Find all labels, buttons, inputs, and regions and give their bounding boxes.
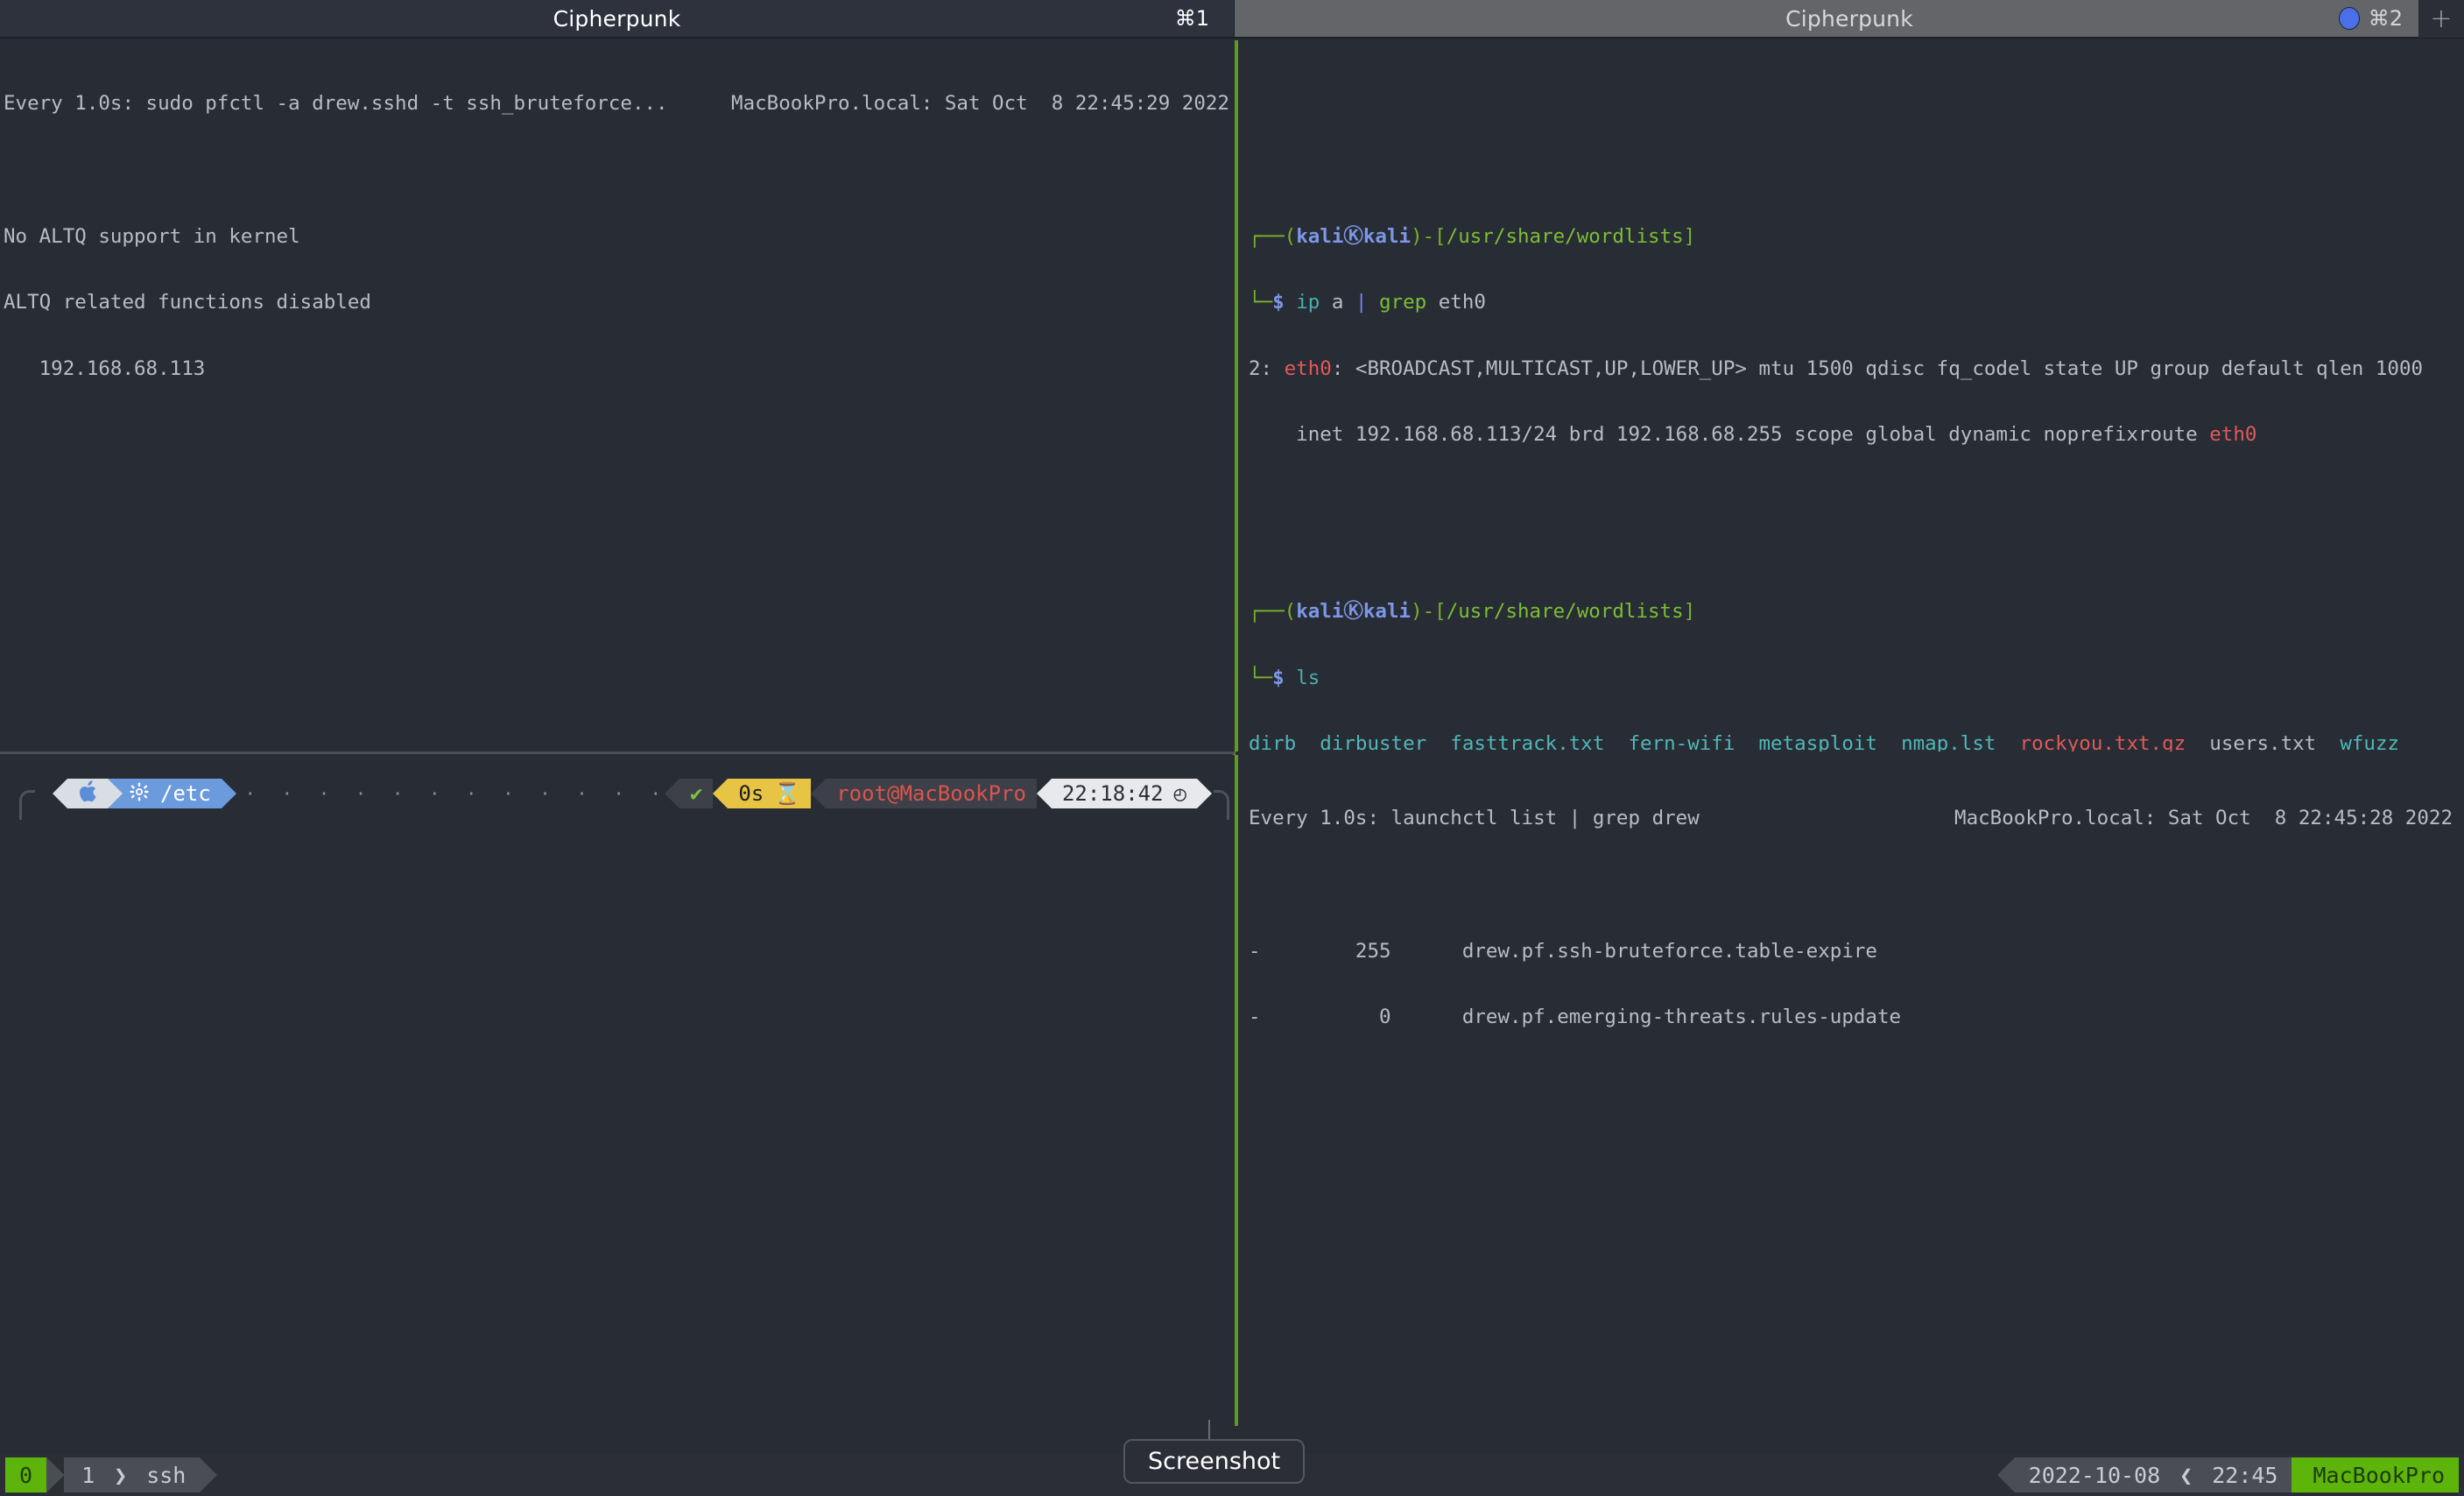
watch-header: Every 1.0s: sudo pfctl -a drew.sshd -t s… xyxy=(4,93,1229,115)
window-shortcut-left: ⌘1 xyxy=(1174,6,1209,31)
output-line: 2: eth0: <BROADCAST,MULTICAST,UP,LOWER_U… xyxy=(1249,356,2424,380)
tooltip-label: Screenshot xyxy=(1148,1448,1281,1475)
tooltip-stem xyxy=(1208,1420,1210,1441)
shell-command-line: └─$ ip a | grep eth0 xyxy=(1249,291,1486,314)
ls-entry: dirb xyxy=(1249,732,1297,752)
pane-bottom-right[interactable]: Every 1.0s: launchctl list | grep drew M… xyxy=(1236,755,2464,1426)
apple-icon-svg xyxy=(80,780,96,801)
ls-entry: metasploit xyxy=(1758,732,1877,752)
prompt-at-icon: Ⓚ xyxy=(1343,224,1363,248)
row-pid: - xyxy=(1249,1006,1261,1029)
row-pid: - xyxy=(1249,939,1261,963)
output-line: 192.168.68.113 xyxy=(4,356,206,380)
table-row: - 0 drew.pf.emerging-threats.rules-updat… xyxy=(1249,1006,2464,1028)
shell-prompt-line: ┌──(kaliⓀkali)-[/usr/share/wordlists] xyxy=(1249,599,1696,623)
session-badge[interactable]: 0 xyxy=(5,1457,47,1492)
hourglass-icon: ⌛ xyxy=(774,781,801,806)
status-time: 22:45 xyxy=(2198,1457,2292,1492)
gear-icon xyxy=(129,781,150,806)
window-title-right: Cipherpunk xyxy=(1785,5,1913,32)
prompt-host: kali xyxy=(1362,599,1412,623)
prompt-sigil: $ xyxy=(1272,291,1285,314)
apple-segment xyxy=(67,779,108,808)
row-label: drew.pf.emerging-threats.rules-update xyxy=(1461,1006,1902,1029)
apple-icon xyxy=(78,780,97,808)
user-host-label: root@MacBookPro xyxy=(836,781,1026,806)
pane-top-right[interactable]: ┌──(kaliⓀkali)-[/usr/share/wordlists] └─… xyxy=(1236,40,2464,752)
window-name[interactable]: ssh xyxy=(132,1457,201,1492)
powerline-prompt: /etc · · · · · · · · · · · · · · · · · ·… xyxy=(0,771,1235,820)
prompt-host: kali xyxy=(1362,224,1412,248)
pane-top-left-content: Every 1.0s: sudo pfctl -a drew.sshd -t s… xyxy=(0,40,1235,424)
gear-icon-svg xyxy=(130,782,149,801)
prompt-user: kali xyxy=(1296,224,1344,248)
terminal-screenshot: Cipherpunk ⌘1 Cipherpunk ⌘2 + Every 1.0s… xyxy=(0,0,2464,1496)
shell-command-line: └─$ ls xyxy=(1249,666,1320,689)
prompt-path: /usr/share/wordlists xyxy=(1446,599,1684,623)
status-date: 2022-10-08 xyxy=(2014,1457,2175,1492)
output-line: inet 192.168.68.113/24 brd 192.168.68.25… xyxy=(1249,423,2257,447)
window-titlebar-left[interactable]: Cipherpunk ⌘1 xyxy=(0,0,1235,39)
ls-entry: nmap.lst xyxy=(1901,732,1996,752)
window-shortcut-right: ⌘2 xyxy=(2368,6,2403,31)
prompt-path-label: /etc xyxy=(160,781,211,806)
window-index[interactable]: 1 xyxy=(64,1457,109,1492)
check-icon: ✔ xyxy=(689,781,703,806)
watch-command: Every 1.0s: sudo pfctl -a drew.sshd -t s… xyxy=(4,92,668,116)
window-titlebar-right[interactable]: Cipherpunk ⌘2 + xyxy=(1235,0,2464,39)
pane-bottom-left[interactable] xyxy=(0,755,1235,1426)
row-status: 255 xyxy=(1355,939,1391,963)
output-line: ALTQ related functions disabled xyxy=(4,291,371,314)
prompt-sigil: $ xyxy=(1272,666,1285,689)
command-name: ls xyxy=(1296,666,1320,689)
titlebar-left-controls: ⌘1 xyxy=(1175,0,1234,37)
window-title-left: Cipherpunk xyxy=(553,5,681,32)
shell-prompt-line: ┌──(kaliⓀkali)-[/usr/share/wordlists] xyxy=(1249,224,1696,248)
exit-status-segment: ✔ xyxy=(679,779,714,808)
ls-entry: wfuzz xyxy=(2340,732,2400,752)
clock-time-label: 22:18:42 xyxy=(1061,781,1164,806)
user-host-segment: root@MacBookPro xyxy=(826,779,1037,808)
ls-entry: rockyou.txt.gz xyxy=(2019,732,2186,752)
prompt-path: /usr/share/wordlists xyxy=(1446,224,1684,248)
status-bar-left: 0 1 ❯ ssh xyxy=(5,1457,218,1492)
watch-header: Every 1.0s: launchctl list | grep drew M… xyxy=(1249,808,2453,829)
elapsed-time-segment: 0s ⌛ xyxy=(728,779,812,808)
pane-top-left[interactable]: Every 1.0s: sudo pfctl -a drew.sshd -t s… xyxy=(0,40,1235,752)
pane-bottom-right-content: Every 1.0s: launchctl list | grep drew M… xyxy=(1238,755,2464,1073)
window-chevron-icon: ❯ xyxy=(109,1457,133,1492)
ls-entry: users.txt xyxy=(2209,732,2317,752)
screenshot-tooltip: Screenshot xyxy=(1123,1439,1306,1484)
prompt-at-icon: Ⓚ xyxy=(1343,599,1363,623)
pane-top-right-content: ┌──(kaliⓀkali)-[/usr/share/wordlists] └─… xyxy=(1238,40,2464,752)
ls-entry: dirbuster xyxy=(1320,732,1427,752)
watch-command: Every 1.0s: launchctl list | grep drew xyxy=(1249,807,1700,830)
clock-segment: 22:18:42 ◴ xyxy=(1051,779,1197,808)
watch-host-time: MacBookPro.local: Sat Oct 8 22:45:29 202… xyxy=(731,92,1229,116)
prompt-user: kali xyxy=(1296,599,1344,623)
ls-entry: fern-wifi xyxy=(1628,732,1735,752)
tooltip-arrow xyxy=(1197,1484,1225,1496)
prompt-filler-dots: · · · · · · · · · · · · · · · · · · · · … xyxy=(244,783,665,804)
status-dot-icon xyxy=(2338,7,2360,30)
date-chevron-icon: ❮ xyxy=(2174,1457,2199,1492)
elapsed-label: 0s xyxy=(738,781,764,806)
status-bar-right: 2022-10-08 ❮ 22:45 MacBookPro xyxy=(1996,1457,2459,1492)
row-status: 0 xyxy=(1379,1006,1391,1029)
watch-host-time: MacBookPro.local: Sat Oct 8 22:45:28 202… xyxy=(1954,807,2453,830)
status-host: MacBookPro xyxy=(2292,1457,2459,1492)
output-line: No ALTQ support in kernel xyxy=(4,224,300,248)
table-row: - 255 drew.pf.ssh-bruteforce.table-expir… xyxy=(1249,939,2464,963)
pane-divider-horizontal[interactable] xyxy=(0,752,1235,754)
path-segment: /etc xyxy=(108,779,222,808)
ls-entry: fasttrack.txt xyxy=(1450,732,1605,752)
titlebar-right-controls: ⌘2 + xyxy=(2338,0,2464,38)
ls-output: dirb dirbuster fasttrack.txt fern-wifi m… xyxy=(1249,733,2464,752)
clock-icon: ◴ xyxy=(1173,781,1186,806)
row-label: drew.pf.ssh-bruteforce.table-expire xyxy=(1461,939,1877,963)
new-tab-button[interactable]: + xyxy=(2418,0,2464,38)
